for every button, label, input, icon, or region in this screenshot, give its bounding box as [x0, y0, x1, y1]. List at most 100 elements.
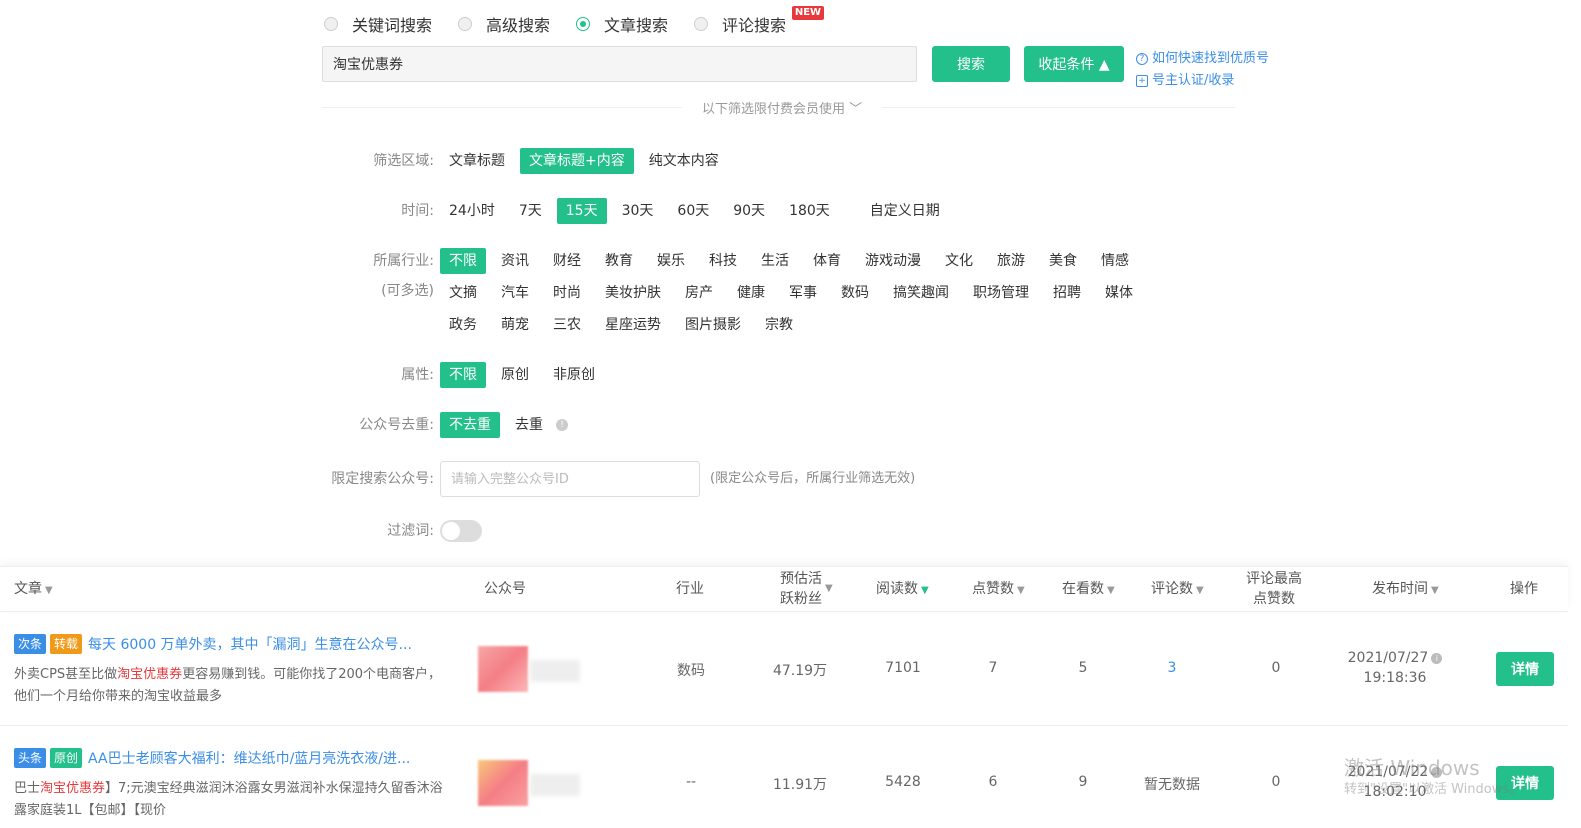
filter-industry-option[interactable]: 美食: [1040, 248, 1086, 274]
search-type-advanced[interactable]: 高级搜索: [458, 12, 550, 36]
watching-cell: 5: [1078, 660, 1088, 676]
filter-industry-option[interactable]: 文摘: [440, 280, 486, 306]
th-publish-time[interactable]: 发布时间 ▼: [1372, 579, 1439, 601]
filter-area-option[interactable]: 文章标题: [440, 148, 514, 174]
filter-industry-option[interactable]: 三农: [544, 312, 590, 338]
filter-industry-option[interactable]: 图片摄影: [676, 312, 750, 338]
search-type-comment[interactable]: 评论搜索 NEW: [694, 6, 825, 36]
filter-industry-option[interactable]: 生活: [752, 248, 798, 274]
th-article[interactable]: 文章 ▼: [14, 579, 53, 601]
industry-cell: 数码: [677, 663, 705, 679]
gzh-name-blurred[interactable]: [530, 774, 580, 796]
filter-dedupe-option-active[interactable]: 不去重: [440, 412, 500, 438]
filter-industry-option[interactable]: 旅游: [988, 248, 1034, 274]
filter-industry-option[interactable]: 房产: [676, 280, 722, 306]
th-comments[interactable]: 评论数 ▼: [1151, 579, 1204, 601]
th-likes[interactable]: 点赞数 ▼: [972, 579, 1025, 601]
sort-caret-icon[interactable]: ▼: [1107, 585, 1115, 596]
filter-custom-date[interactable]: 自定义日期: [861, 198, 949, 224]
comments-cell: 暂无数据: [1144, 777, 1200, 793]
filter-attribute-option[interactable]: 非原创: [544, 362, 604, 388]
filter-industry-option[interactable]: 财经: [544, 248, 590, 274]
filter-time-option-active[interactable]: 15天: [556, 198, 607, 224]
filter-industry-option[interactable]: 资讯: [492, 248, 538, 274]
filter-time-option[interactable]: 60天: [668, 198, 718, 224]
article-title-link[interactable]: 每天 6000 万单外卖，其中「漏洞」生意在公众号...: [88, 634, 412, 654]
search-button[interactable]: 搜索: [932, 46, 1010, 82]
filter-industry-option[interactable]: 时尚: [544, 280, 590, 306]
filter-industry-option[interactable]: 政务: [440, 312, 486, 338]
paid-members-only-toggle[interactable]: 以下筛选限付费会员使用 ﹀: [692, 98, 873, 117]
search-input[interactable]: [322, 46, 917, 82]
owner-cert-link[interactable]: + 号主认证/收录: [1136, 70, 1269, 92]
sort-caret-icon[interactable]: ▼: [825, 579, 833, 599]
likes-cell: 6: [988, 774, 998, 790]
filter-industry-option[interactable]: 星座运势: [596, 312, 670, 338]
filter-industry-option[interactable]: 文化: [936, 248, 982, 274]
filter-limit-gzh-row: 限定搜索公众号: (限定公众号后，所属行业筛选无效): [0, 461, 915, 497]
radio-icon[interactable]: [694, 17, 709, 31]
detail-button[interactable]: 详情: [1496, 652, 1554, 686]
filter-attribute-option[interactable]: 原创: [492, 362, 538, 388]
filter-industry-option[interactable]: 搞笑趣闻: [884, 280, 958, 306]
divider-line: [882, 107, 1236, 108]
search-type-keyword[interactable]: 关键词搜索: [324, 12, 432, 36]
filter-area-option-active[interactable]: 文章标题+内容: [520, 148, 634, 174]
filter-industry-option[interactable]: 汽车: [492, 280, 538, 306]
filter-time-option[interactable]: 180天: [780, 198, 839, 224]
filter-industry-option[interactable]: 军事: [780, 280, 826, 306]
radio-icon[interactable]: [324, 17, 338, 31]
collapse-conditions-button[interactable]: 收起条件 ▲: [1024, 46, 1124, 82]
filter-industry-option[interactable]: 美妆护肤: [596, 280, 670, 306]
filter-time-option[interactable]: 7天: [510, 198, 551, 224]
radio-icon[interactable]: [458, 17, 473, 31]
filter-industry-option[interactable]: 媒体: [1096, 280, 1142, 306]
filter-industry-label: 所属行业:: [373, 253, 434, 269]
filter-words-toggle[interactable]: [440, 520, 482, 542]
filter-industry-option[interactable]: 招聘: [1044, 280, 1090, 306]
comments-cell-link[interactable]: 3: [1136, 660, 1208, 676]
filter-industry-option[interactable]: 宗教: [756, 312, 802, 338]
help-link-text[interactable]: 如何快速找到优质号: [1152, 48, 1269, 70]
gzh-avatar[interactable]: [478, 646, 528, 692]
filter-time-option[interactable]: 24小时: [440, 198, 504, 224]
filter-time-row: 时间: 24小时 7天 15天 30天 60天 90天 180天 自定义日期: [0, 198, 1180, 230]
filter-industry-option[interactable]: 数码: [832, 280, 878, 306]
filter-industry-option[interactable]: 教育: [596, 248, 642, 274]
sort-caret-icon[interactable]: ▼: [1431, 585, 1439, 596]
filter-industry-option[interactable]: 职场管理: [964, 280, 1038, 306]
radio-selected-icon[interactable]: [576, 17, 591, 31]
sort-caret-active-icon[interactable]: ▼: [921, 585, 929, 596]
filter-time-option[interactable]: 30天: [613, 198, 663, 224]
filter-industry-option[interactable]: 情感: [1092, 248, 1138, 274]
filter-industry-option[interactable]: 游戏动漫: [856, 248, 930, 274]
th-watching[interactable]: 在看数 ▼: [1062, 579, 1115, 601]
help-find-quality-link[interactable]: ? 如何快速找到优质号: [1136, 48, 1269, 70]
filter-industry-option[interactable]: 科技: [700, 248, 746, 274]
sort-caret-icon[interactable]: ▼: [1196, 585, 1204, 596]
filter-industry-option[interactable]: 体育: [804, 248, 850, 274]
gzh-name-blurred[interactable]: [530, 660, 580, 682]
info-icon[interactable]: !: [556, 419, 568, 431]
sort-caret-icon[interactable]: ▼: [1017, 585, 1025, 596]
owner-cert-text[interactable]: 号主认证/收录: [1152, 70, 1234, 92]
help-links: ? 如何快速找到优质号 + 号主认证/收录: [1136, 48, 1269, 92]
filter-industry-option[interactable]: 娱乐: [648, 248, 694, 274]
gzh-id-input[interactable]: [440, 461, 700, 497]
article-title-line: 次条 转载 每天 6000 万单外卖，其中「漏洞」生意在公众号...: [14, 634, 412, 654]
filter-area-label: 筛选区域:: [373, 153, 434, 169]
filter-area-option[interactable]: 纯文本内容: [640, 148, 728, 174]
gzh-avatar[interactable]: [478, 760, 528, 806]
filter-attribute-option-active[interactable]: 不限: [440, 362, 486, 388]
th-active-fans[interactable]: 预估活 跃粉丝 ▼: [780, 569, 833, 609]
sort-caret-icon[interactable]: ▼: [45, 585, 53, 596]
search-type-article[interactable]: 文章搜索: [576, 12, 668, 36]
filter-industry-option-active[interactable]: 不限: [440, 248, 486, 274]
filter-industry-row: 所属行业: (可多选) 不限 资讯 财经 教育 娱乐 科技 生活 体育 游戏动漫 文化 旅游 美食 情感…: [0, 248, 1170, 344]
article-title-link[interactable]: AA巴士老顾客大福利：维达纸巾/蓝月亮洗衣液/进...: [88, 748, 410, 768]
filter-time-option[interactable]: 90天: [724, 198, 774, 224]
filter-dedupe-option[interactable]: 去重: [506, 412, 552, 438]
th-reads[interactable]: 阅读数 ▼: [876, 579, 929, 601]
filter-industry-option[interactable]: 健康: [728, 280, 774, 306]
filter-industry-option[interactable]: 萌宠: [492, 312, 538, 338]
